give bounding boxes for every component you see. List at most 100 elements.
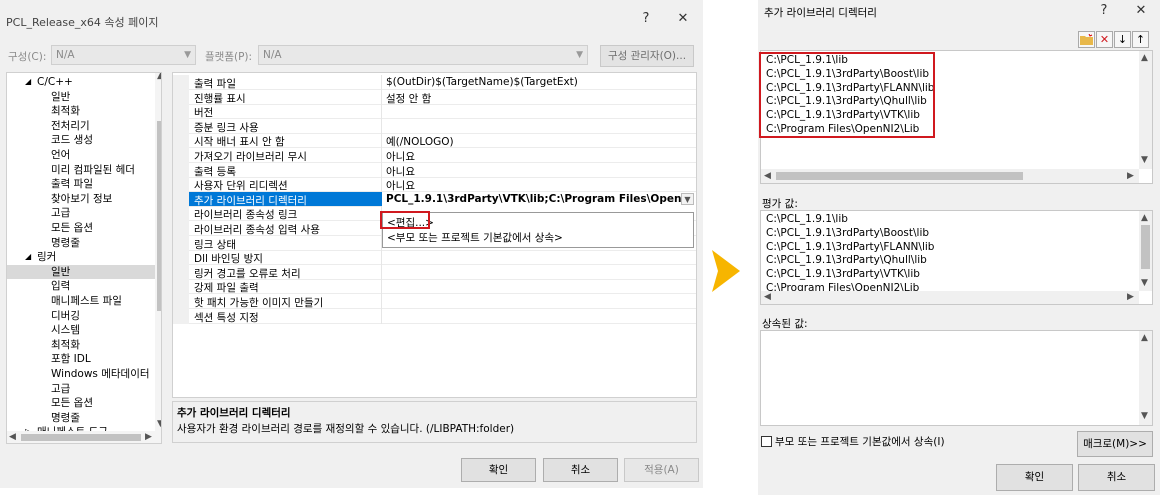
tree-item[interactable]: 최적화 <box>7 338 155 353</box>
tree-item[interactable]: 찾아보기 정보 <box>7 192 155 207</box>
evaluated-entry: C:\PCL_1.9.1\3rdParty\FLANN\lib <box>766 240 935 253</box>
column-divider <box>381 308 382 324</box>
tree-item[interactable]: 명령줄 <box>7 411 155 426</box>
property-row[interactable]: 가져오기 라이브러리 무시 아니요 <box>173 148 696 163</box>
tree-item[interactable]: 명령줄 <box>7 236 155 251</box>
apply-button[interactable]: 적용(A) <box>624 458 699 482</box>
scroll-thumb[interactable] <box>1141 225 1150 269</box>
tree-item[interactable]: 시스템 <box>7 323 155 338</box>
column-divider <box>381 89 382 105</box>
horizontal-scrollbar[interactable]: ◀ ▶ <box>761 291 1139 304</box>
tree-item[interactable]: Windows 메타데이터 <box>7 367 155 382</box>
dropdown-option-inherit[interactable]: <부모 또는 프로젝트 기본값에서 상속> <box>387 230 563 245</box>
tree-item-label: 명령줄 <box>51 411 80 424</box>
close-button[interactable]: ✕ <box>670 8 696 30</box>
platform-combo[interactable]: N/A ▼ <box>258 45 588 65</box>
tree-item[interactable]: 최적화 <box>7 104 155 119</box>
scroll-left-icon[interactable]: ◀ <box>764 292 771 302</box>
scroll-thumb[interactable] <box>157 121 161 311</box>
scroll-up-icon[interactable]: ▲ <box>1141 213 1148 223</box>
expand-icon[interactable]: ◢ <box>25 250 31 265</box>
cancel-button[interactable]: 취소 <box>543 458 618 482</box>
help-button[interactable]: ? <box>1091 0 1117 22</box>
property-row[interactable]: 진행률 표시 설정 안 함 <box>173 89 696 105</box>
macro-button[interactable]: 매크로(M)>> <box>1077 431 1153 457</box>
horizontal-scrollbar[interactable]: ◀ ▶ <box>761 169 1139 183</box>
move-up-icon[interactable]: ↑ <box>1132 31 1149 48</box>
property-row[interactable]: 증분 링크 사용 <box>173 118 696 134</box>
column-divider <box>381 250 382 266</box>
config-label: 구성(C): <box>8 51 47 63</box>
property-row[interactable]: 시작 배너 표시 안 함 예(/NOLOGO) <box>173 133 696 149</box>
tree-item[interactable]: 입력 <box>7 279 155 294</box>
chevron-down-icon[interactable]: ▼ <box>681 192 694 205</box>
expand-icon[interactable]: ◢ <box>25 75 31 90</box>
vertical-scrollbar[interactable]: ▲ ▼ <box>1139 331 1152 425</box>
tree-item[interactable]: ◢ C/C++ <box>7 75 155 90</box>
scroll-down-icon[interactable]: ▼ <box>1141 278 1148 288</box>
ok-button[interactable]: 확인 <box>996 464 1073 491</box>
scroll-thumb[interactable] <box>776 172 1023 180</box>
property-row[interactable]: 출력 파일 $(OutDir)$(TargetName)$(TargetExt) <box>173 75 696 90</box>
help-button[interactable]: ? <box>633 8 659 30</box>
cancel-button[interactable]: 취소 <box>1078 464 1155 491</box>
config-combo[interactable]: N/A ▼ <box>51 45 196 65</box>
inherited-list[interactable]: ▲ ▼ <box>760 330 1153 426</box>
move-down-icon[interactable]: ↓ <box>1114 31 1131 48</box>
tree-item[interactable]: 모든 옵션 <box>7 221 155 236</box>
tree-item-label: 최적화 <box>51 338 80 351</box>
tree-item[interactable]: 포함 IDL <box>7 352 155 367</box>
scroll-right-icon[interactable]: ▶ <box>1127 171 1134 181</box>
vertical-scrollbar[interactable]: ▲ ▼ <box>1139 211 1152 291</box>
tree-item[interactable]: 고급 <box>7 382 155 397</box>
scroll-left-icon[interactable]: ◀ <box>9 432 16 442</box>
property-row[interactable]: 버전 <box>173 104 696 120</box>
inherit-checkbox[interactable] <box>761 436 772 447</box>
config-manager-button[interactable]: 구성 관리자(O)... <box>600 45 694 67</box>
column-divider <box>381 133 382 149</box>
scroll-up-icon[interactable]: ▲ <box>157 73 161 81</box>
property-value-editor[interactable]: PCL_1.9.1\3rdParty\VTK\lib;C:\Program Fi… <box>382 191 696 207</box>
tree-item[interactable]: ◢ 링커 <box>7 250 155 265</box>
property-row[interactable]: Dll 바인딩 방지 <box>173 250 696 266</box>
tree-item[interactable]: 언어 <box>7 148 155 163</box>
tree-item[interactable]: 디버깅 <box>7 309 155 324</box>
tree-item[interactable]: 미리 컴파일된 헤더 <box>7 163 155 178</box>
delete-icon[interactable]: ✕ <box>1096 31 1113 48</box>
ok-button[interactable]: 확인 <box>461 458 536 482</box>
tree-item[interactable]: 전처리기 <box>7 119 155 134</box>
scroll-right-icon[interactable]: ▶ <box>1127 292 1134 302</box>
tree-item[interactable]: 일반 <box>7 264 155 280</box>
row-gutter <box>173 294 189 309</box>
scroll-thumb[interactable] <box>21 434 141 441</box>
property-row[interactable]: 핫 패치 가능한 이미지 만들기 <box>173 294 696 309</box>
close-button[interactable]: ✕ <box>1128 0 1154 22</box>
tree-item[interactable]: 출력 파일 <box>7 177 155 192</box>
scroll-left-icon[interactable]: ◀ <box>764 171 771 181</box>
property-row[interactable]: 출력 등록 아니요 <box>173 162 696 178</box>
tree-item[interactable]: 매니페스트 파일 <box>7 294 155 309</box>
new-folder-icon[interactable] <box>1078 31 1095 48</box>
property-row[interactable]: 추가 라이브러리 디렉터리 PCL_1.9.1\3rdParty\VTK\lib;… <box>173 191 696 207</box>
evaluated-list[interactable]: C:\PCL_1.9.1\lib C:\PCL_1.9.1\3rdParty\Bo… <box>760 210 1153 305</box>
tree-item[interactable]: 일반 <box>7 90 155 105</box>
scroll-up-icon[interactable]: ▲ <box>1141 333 1148 343</box>
tree-item[interactable]: 모든 옵션 <box>7 396 155 411</box>
scroll-down-icon[interactable]: ▼ <box>1141 411 1148 421</box>
property-row[interactable]: 섹션 특성 지정 <box>173 308 696 324</box>
property-row[interactable]: 사용자 단위 리디렉션 아니요 <box>173 177 696 193</box>
tree-item[interactable]: 고급 <box>7 206 155 221</box>
column-divider <box>381 118 382 134</box>
scroll-down-icon[interactable]: ▼ <box>157 419 161 429</box>
tree-item[interactable]: 코드 생성 <box>7 133 155 148</box>
tree-vertical-scrollbar[interactable]: ▲ ▼ <box>155 73 161 431</box>
scroll-up-icon[interactable]: ▲ <box>1141 53 1148 63</box>
scroll-right-icon[interactable]: ▶ <box>145 432 152 442</box>
row-gutter <box>173 235 189 251</box>
vertical-scrollbar[interactable]: ▲ ▼ <box>1139 51 1152 169</box>
property-row[interactable]: 링커 경고를 오류로 처리 <box>173 264 696 280</box>
tree-horizontal-scrollbar[interactable]: ◀ ▶ <box>7 431 161 443</box>
description-title: 추가 라이브러리 디렉터리 <box>177 407 291 419</box>
scroll-down-icon[interactable]: ▼ <box>1141 155 1148 165</box>
property-row[interactable]: 강제 파일 출력 <box>173 279 696 295</box>
